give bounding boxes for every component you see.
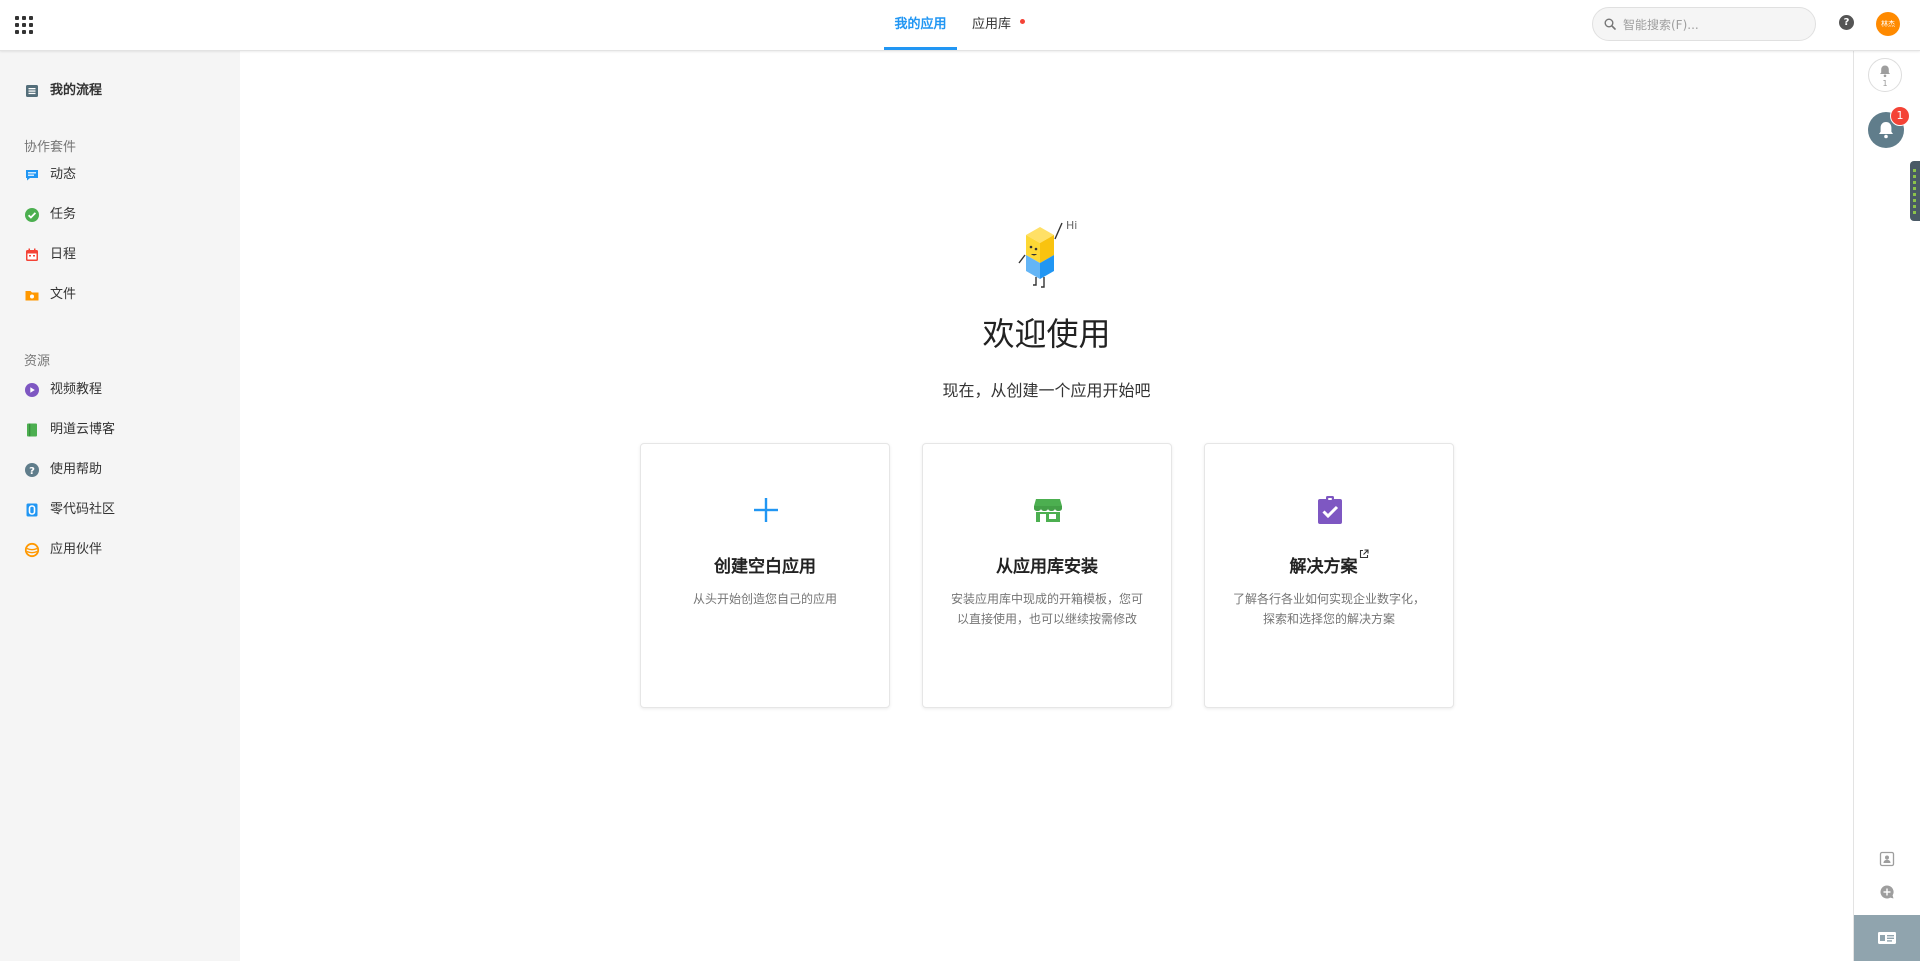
store-icon: [1034, 499, 1062, 522]
reminder-count: 1: [1882, 79, 1888, 88]
sidebar-item-label: 我的流程: [50, 83, 103, 98]
bell-icon: [1880, 65, 1890, 78]
sidebar-item-help[interactable]: ? 使用帮助: [0, 455, 240, 485]
sidebar-item-calendar[interactable]: 日程: [0, 240, 240, 270]
sidebar-item-community[interactable]: 零代码社区: [0, 495, 240, 525]
tab-my-apps-label: 我的应用: [894, 17, 947, 32]
folder-icon: [25, 291, 39, 301]
sidebar-item-my-process[interactable]: 我的流程: [0, 76, 240, 106]
tab-my-apps[interactable]: 我的应用: [884, 0, 957, 50]
sidebar-item-feed[interactable]: 动态: [0, 160, 240, 190]
app-grid-icon[interactable]: [15, 16, 33, 34]
solutions-card[interactable]: 解决方案 了解各行各业如何实现企业数字化，探索和选择您的解决方案: [1204, 443, 1454, 708]
process-list-icon: [26, 85, 38, 97]
sidebar-item-blog[interactable]: 明道云博客: [0, 415, 240, 445]
sidebar-item-label: 日程: [50, 247, 77, 262]
help-icon[interactable]: ?: [1839, 15, 1854, 30]
toggle-panel-button[interactable]: [1854, 915, 1920, 961]
card-title: 创建空白应用: [714, 557, 816, 577]
clipboard-check-icon: [1318, 496, 1342, 524]
community-icon: [26, 503, 38, 517]
sidebar-item-label: 使用帮助: [50, 462, 103, 477]
card-description: 了解各行各业如何实现企业数字化，探索和选择您的解决方案: [1233, 592, 1426, 626]
sidebar: 我的流程 协作套件 动态 任务 日程 文件 资源 视频教程 明道云博客 ? 使用…: [0, 51, 240, 961]
calendar-icon: [26, 248, 38, 261]
task-check-icon: [25, 208, 39, 222]
right-rail: 1 1: [1853, 51, 1920, 961]
sidebar-item-label: 动态: [50, 167, 77, 182]
sidebar-heading-collab: 协作套件: [24, 140, 77, 155]
sidebar-heading-resources: 资源: [24, 354, 51, 369]
sidebar-item-label: 应用伙伴: [50, 542, 103, 557]
sidebar-item-files[interactable]: 文件: [0, 280, 240, 310]
svg-text:?: ?: [29, 466, 35, 477]
card-description: 从头开始创造您自己的应用: [692, 592, 837, 606]
search-field[interactable]: [1592, 7, 1816, 41]
sidebar-item-label: 零代码社区: [50, 502, 116, 517]
book-icon: [27, 423, 37, 437]
sidebar-item-label: 明道云博客: [50, 422, 116, 437]
new-indicator-dot: [1020, 19, 1025, 24]
sidebar-item-video-tutorial[interactable]: 视频教程: [0, 375, 240, 405]
avatar[interactable]: 林杰: [1876, 12, 1900, 36]
external-link-icon: [1359, 549, 1369, 559]
card-title: 从应用库安装: [996, 557, 1098, 577]
partner-icon: [24, 542, 40, 558]
add-chat-icon[interactable]: [1879, 884, 1895, 900]
sidebar-item-tasks[interactable]: 任务: [0, 200, 240, 230]
video-play-icon: [25, 383, 39, 397]
notification-badge: 1: [1890, 106, 1910, 126]
contacts-icon[interactable]: [1879, 851, 1895, 867]
sidebar-item-label: 文件: [50, 287, 77, 302]
card-description: 安装应用库中现成的开箱模板，您可以直接使用，也可以继续按需修改: [951, 592, 1144, 626]
mascot-greeting: Hi: [1066, 219, 1077, 232]
feed-icon: [26, 170, 38, 181]
sidebar-item-label: 视频教程: [50, 382, 103, 397]
drag-handle[interactable]: [1910, 161, 1920, 221]
card-title-text: 解决方案: [1289, 557, 1358, 577]
main-content: Hi 欢迎使用 现在，从创建一个应用开始吧 创建空白应用 从头开始创造您自己的应…: [240, 51, 1853, 961]
card-title: 解决方案: [1205, 549, 1453, 577]
reminder-button[interactable]: 1: [1868, 58, 1902, 92]
create-blank-app-card[interactable]: 创建空白应用 从头开始创造您自己的应用: [640, 443, 890, 708]
search-icon: [1604, 18, 1616, 30]
install-from-library-card[interactable]: 从应用库安装 安装应用库中现成的开箱模板，您可以直接使用，也可以继续按需修改: [922, 443, 1172, 708]
sidebar-item-partner[interactable]: 应用伙伴: [0, 535, 240, 565]
tab-app-library-label: 应用库: [972, 17, 1012, 32]
plus-icon: [754, 498, 778, 522]
welcome-subtitle: 现在，从创建一个应用开始吧: [942, 381, 1151, 400]
search-input[interactable]: [1621, 14, 1805, 36]
tab-app-library[interactable]: 应用库: [972, 0, 1025, 50]
top-header: 我的应用 应用库 ? 林杰: [0, 0, 1920, 51]
id-card-icon: [1878, 932, 1896, 944]
help-icon: ?: [25, 463, 39, 477]
welcome-title: 欢迎使用: [982, 315, 1111, 353]
mascot-illustration: Hi: [1018, 219, 1077, 288]
sidebar-item-label: 任务: [50, 207, 77, 222]
